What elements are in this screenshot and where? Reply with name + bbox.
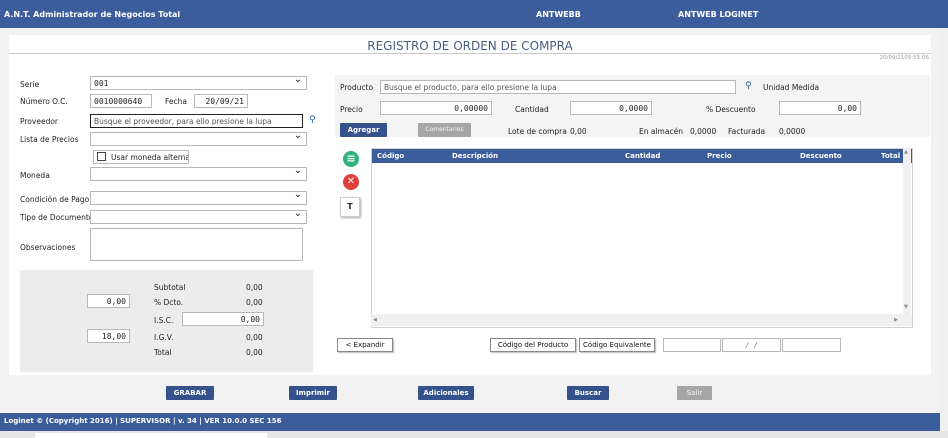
- subtotal-label: Subtotal: [154, 283, 186, 292]
- descuento-label: % Dcto.: [154, 298, 184, 307]
- producto-input[interactable]: Busque el producto, para ello presione l…: [380, 80, 736, 94]
- lote-compra-label: Lote de compra: [508, 127, 567, 136]
- moneda-alterna-checkbox[interactable]: [97, 152, 106, 161]
- moneda-select[interactable]: [90, 167, 307, 181]
- moneda-label: Moneda: [20, 171, 50, 180]
- col-precio[interactable]: Precio: [707, 152, 732, 160]
- items-grid: Código Descripción Cantidad Precio Descu…: [371, 148, 913, 328]
- igv-label: I.G.V.: [154, 333, 174, 342]
- scroll-right-icon[interactable]: ▶: [894, 317, 898, 323]
- igv-pct-input[interactable]: 18,00: [87, 329, 130, 343]
- text-icon[interactable]: T: [340, 197, 360, 217]
- col-descuento[interactable]: Descuento: [800, 152, 842, 160]
- proveedor-input[interactable]: Busque el proveedor, para ello presione …: [90, 114, 303, 128]
- buscar-button[interactable]: Buscar: [567, 386, 609, 400]
- lote-compra-value: 0,00: [570, 127, 587, 136]
- observaciones-textarea[interactable]: [90, 228, 303, 261]
- condicion-pago-label: Condición de Pago: [20, 195, 90, 204]
- date-stamp: 20/09/2109:55:06: [879, 55, 929, 61]
- proveedor-label: Proveedor: [20, 117, 58, 126]
- condicion-pago-select[interactable]: [90, 191, 307, 205]
- tipo-documento-label: Tipo de Documento: [20, 213, 94, 222]
- observaciones-label: Observaciones: [20, 243, 76, 252]
- filter-date-field[interactable]: / /: [722, 338, 781, 352]
- fecha-input[interactable]: 20/09/21: [194, 94, 248, 108]
- scroll-down-icon[interactable]: ▼: [904, 304, 908, 310]
- list-add-icon[interactable]: ≡: [343, 151, 359, 167]
- expandir-button[interactable]: < Expandir: [337, 338, 393, 352]
- serie-select[interactable]: 001: [90, 76, 307, 90]
- unidad-medida-label: Unidad Medida: [763, 83, 820, 92]
- delete-icon[interactable]: ✕: [343, 174, 359, 190]
- en-almacen-value: 0,0000: [690, 127, 717, 136]
- precio-input[interactable]: 0,00000: [380, 101, 492, 115]
- tipo-documento-select[interactable]: [90, 210, 307, 224]
- igv-value: 0,00: [246, 333, 263, 342]
- numero-label: Número O.C.: [20, 97, 68, 106]
- agregar-button[interactable]: Agregar: [340, 123, 387, 137]
- col-cantidad[interactable]: Cantidad: [625, 152, 660, 160]
- scroll-left-icon[interactable]: ◀: [373, 317, 377, 323]
- grabar-button[interactable]: GRABAR: [166, 386, 214, 400]
- codigo-equivalente-button[interactable]: Código Equivalente: [579, 338, 655, 352]
- fecha-label: Fecha: [165, 97, 187, 106]
- grid-horizontal-scrollbar[interactable]: ◀ ▶: [371, 314, 912, 326]
- total-label: Total: [154, 348, 172, 357]
- imprimir-button[interactable]: Imprimir: [289, 386, 337, 400]
- serie-label: Serie: [20, 80, 40, 89]
- precio-label: Precio: [340, 105, 363, 114]
- lista-precios-label: Lista de Precios: [20, 135, 79, 144]
- col-total[interactable]: Total: [881, 152, 900, 160]
- numero-input[interactable]: 0010000640: [90, 94, 152, 108]
- top-bar: A.N.T. Administrador de Negocios Total A…: [0, 0, 948, 28]
- page-title: REGISTRO DE ORDEN DE COMPRA: [367, 39, 573, 53]
- proveedor-search-icon[interactable]: ⚲: [309, 115, 316, 125]
- bottom-strip-field: [35, 433, 267, 438]
- app-title: A.N.T. Administrador de Negocios Total: [4, 10, 181, 19]
- cantidad-label: Cantidad: [515, 105, 549, 114]
- title-divider: [9, 53, 931, 54]
- descuento-producto-label: % Descuento: [706, 105, 756, 114]
- salir-button[interactable]: Salir: [677, 386, 712, 400]
- col-descripcion[interactable]: Descripción: [452, 152, 498, 160]
- total-value: 0,00: [246, 348, 263, 357]
- page-scrollbar[interactable]: [940, 28, 948, 431]
- descuento-pct-input[interactable]: 0,00: [87, 294, 130, 308]
- grid-header: Código Descripción Cantidad Precio Descu…: [372, 149, 912, 163]
- footer-text: Loginet © (Copyright 2016) | SUPERVISOR …: [4, 417, 282, 425]
- moneda-alterna-option[interactable]: Usar moneda alterna: [93, 150, 189, 164]
- scroll-up-icon[interactable]: ▲: [904, 149, 908, 155]
- producto-search-icon[interactable]: ⚲: [745, 81, 752, 91]
- grid-vertical-scrollbar[interactable]: ▲ ▼: [903, 148, 911, 314]
- col-codigo[interactable]: Código: [377, 152, 404, 160]
- footer-bar: Loginet © (Copyright 2016) | SUPERVISOR …: [0, 413, 940, 431]
- comentarios-button[interactable]: Comentarios: [418, 123, 471, 137]
- descuento-value: 0,00: [246, 298, 263, 307]
- facturada-label: Facturada: [728, 127, 766, 136]
- facturada-value: 0,0000: [779, 127, 806, 136]
- filter-field-3[interactable]: [782, 338, 841, 352]
- en-almacen-label: En almacén: [639, 127, 683, 136]
- serie-value: 001: [94, 79, 109, 88]
- subtotal-value: 0,00: [246, 283, 263, 292]
- module-name: ANTWEB LOGINET: [678, 10, 759, 19]
- producto-label: Producto: [340, 83, 374, 92]
- descuento-producto-input[interactable]: 0,00: [779, 101, 861, 115]
- cantidad-input[interactable]: 0,0000: [570, 101, 652, 115]
- isc-label: I.S.C.: [154, 316, 174, 325]
- server-name: ANTWEBB: [536, 10, 581, 19]
- lista-precios-select[interactable]: [90, 132, 307, 146]
- filter-field-1[interactable]: [663, 338, 721, 352]
- adicionales-button[interactable]: Adicionales: [418, 386, 474, 400]
- codigo-producto-button[interactable]: Código del Producto: [490, 338, 576, 352]
- isc-input[interactable]: 0,00: [182, 312, 264, 326]
- moneda-alterna-label: Usar moneda alterna: [111, 153, 189, 162]
